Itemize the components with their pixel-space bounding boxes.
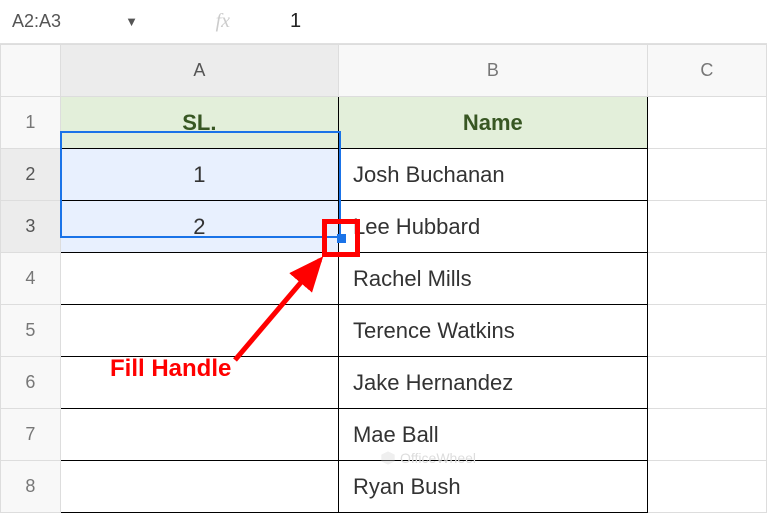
cell-c8[interactable] bbox=[647, 461, 766, 513]
cell-a6[interactable] bbox=[60, 357, 338, 409]
cell-b3[interactable]: Lee Hubbard bbox=[338, 201, 647, 253]
cell-b5[interactable]: Terence Watkins bbox=[338, 305, 647, 357]
cell-b4[interactable]: Rachel Mills bbox=[338, 253, 647, 305]
cell-c2[interactable] bbox=[647, 149, 766, 201]
cell-b7[interactable]: Mae Ball bbox=[338, 409, 647, 461]
row-header-1[interactable]: 1 bbox=[1, 97, 61, 149]
col-header-a[interactable]: A bbox=[60, 45, 338, 97]
row-header-5[interactable]: 5 bbox=[1, 305, 61, 357]
formula-input[interactable]: 1 bbox=[260, 10, 301, 33]
fx-icon: fx bbox=[150, 10, 260, 33]
select-all-corner[interactable] bbox=[1, 45, 61, 97]
cell-b6[interactable]: Jake Hernandez bbox=[338, 357, 647, 409]
row-header-7[interactable]: 7 bbox=[1, 409, 61, 461]
cell-b8[interactable]: Ryan Bush bbox=[338, 461, 647, 513]
cell-a8[interactable] bbox=[60, 461, 338, 513]
cell-a5[interactable] bbox=[60, 305, 338, 357]
cell-b1[interactable]: Name bbox=[338, 97, 647, 149]
row-header-2[interactable]: 2 bbox=[1, 149, 61, 201]
cell-c6[interactable] bbox=[647, 357, 766, 409]
row-header-3[interactable]: 3 bbox=[1, 201, 61, 253]
row-header-4[interactable]: 4 bbox=[1, 253, 61, 305]
spreadsheet-grid[interactable]: A B C 1 SL. Name 2 1 Josh Buchanan 3 2 L… bbox=[0, 44, 767, 513]
cell-c5[interactable] bbox=[647, 305, 766, 357]
cell-a2[interactable]: 1 bbox=[60, 149, 338, 201]
chevron-down-icon[interactable]: ▼ bbox=[125, 14, 138, 29]
col-header-c[interactable]: C bbox=[647, 45, 766, 97]
cell-a3[interactable]: 2 bbox=[60, 201, 338, 253]
name-box-value: A2:A3 bbox=[12, 11, 61, 32]
cell-c4[interactable] bbox=[647, 253, 766, 305]
cell-b2[interactable]: Josh Buchanan bbox=[338, 149, 647, 201]
name-box[interactable]: A2:A3 ▼ bbox=[0, 11, 150, 32]
row-header-8[interactable]: 8 bbox=[1, 461, 61, 513]
cell-c7[interactable] bbox=[647, 409, 766, 461]
cell-c1[interactable] bbox=[647, 97, 766, 149]
col-header-b[interactable]: B bbox=[338, 45, 647, 97]
row-header-6[interactable]: 6 bbox=[1, 357, 61, 409]
cell-c3[interactable] bbox=[647, 201, 766, 253]
formula-bar: A2:A3 ▼ fx 1 bbox=[0, 0, 767, 44]
fill-handle[interactable] bbox=[337, 234, 346, 243]
cell-a7[interactable] bbox=[60, 409, 338, 461]
cell-a1[interactable]: SL. bbox=[60, 97, 338, 149]
cell-a4[interactable] bbox=[60, 253, 338, 305]
